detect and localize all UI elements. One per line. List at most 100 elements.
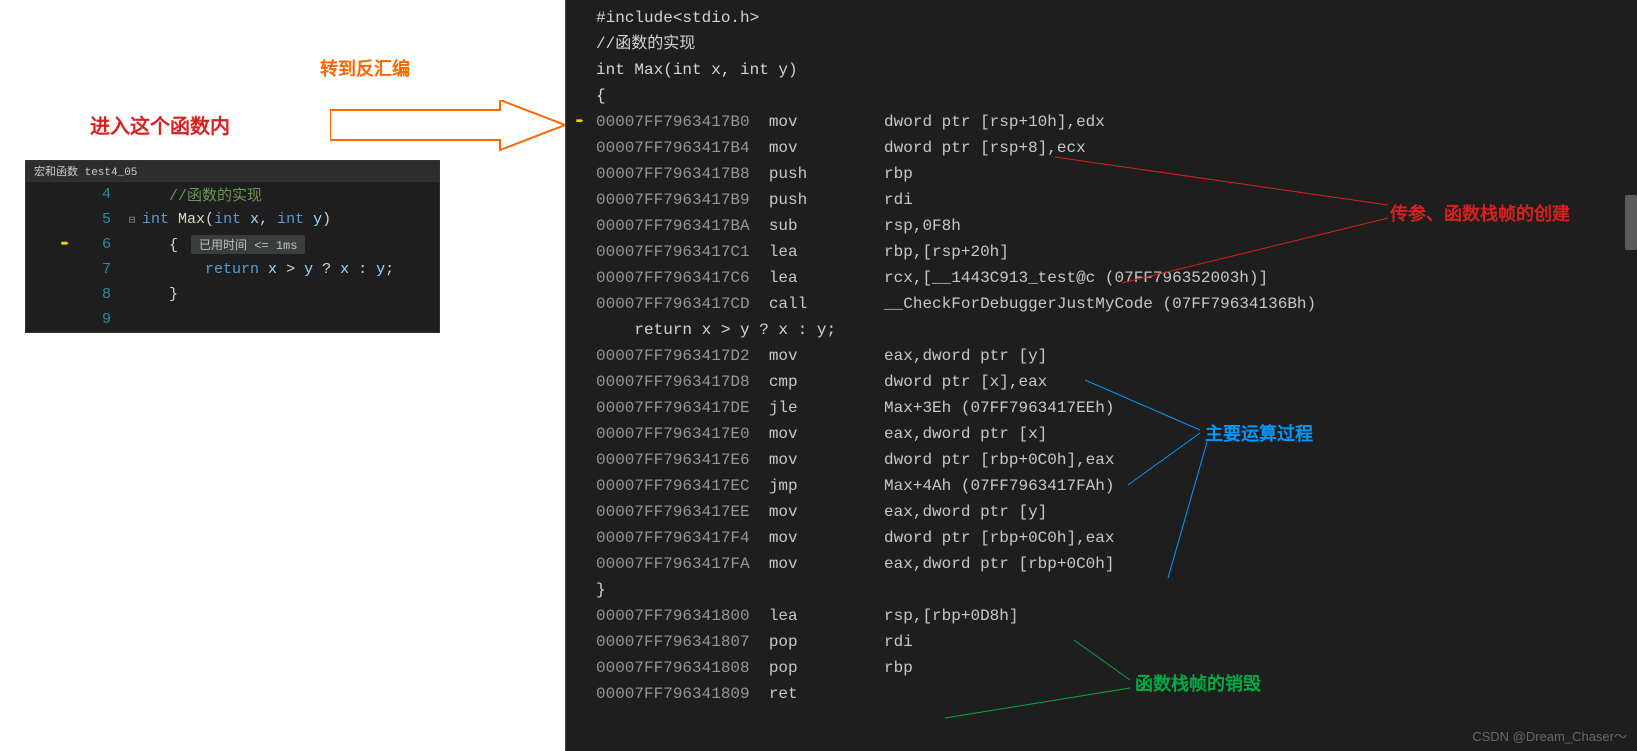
- annotation-enter-function: 进入这个函数内: [90, 110, 230, 139]
- asm-operands: eax,dword ptr [y]: [884, 499, 1047, 525]
- scrollbar-track[interactable]: [1622, 0, 1637, 751]
- asm-mnemonic: jle: [769, 395, 884, 421]
- asm-operands: eax,dword ptr [rbp+0C0h]: [884, 551, 1114, 577]
- asm-instruction-line[interactable]: 00007FF7963417DE jle Max+3Eh (07FF796341…: [576, 395, 1637, 421]
- asm-mnemonic: pop: [769, 655, 884, 681]
- arrow-icon: [330, 100, 570, 160]
- line-number: 7: [76, 261, 126, 278]
- code-text: { 已用时间 <= 1ms: [142, 235, 439, 254]
- asm-address: 00007FF7963417BA: [596, 213, 750, 239]
- asm-mnemonic: ret: [769, 681, 884, 707]
- asm-instruction-line[interactable]: 00007FF7963417E0 mov eax,dword ptr [x]: [576, 421, 1637, 447]
- asm-instruction-line[interactable]: 00007FF7963417CD call __CheckForDebugger…: [576, 291, 1637, 317]
- editor-tab-header[interactable]: 宏和函数 test4_05: [26, 161, 439, 182]
- asm-mnemonic: mov: [769, 525, 884, 551]
- asm-operands: rbp: [884, 161, 913, 187]
- asm-instruction-line[interactable]: ➨00007FF7963417B0 mov dword ptr [rsp+10h…: [576, 109, 1637, 135]
- asm-instruction-line[interactable]: 00007FF7963417D8 cmp dword ptr [x],eax: [576, 369, 1637, 395]
- asm-operands: dword ptr [rbp+0C0h],eax: [884, 447, 1114, 473]
- asm-operands: rdi: [884, 187, 913, 213]
- asm-mnemonic: jmp: [769, 473, 884, 499]
- code-text: }: [142, 286, 439, 303]
- asm-instruction-line[interactable]: 00007FF7963417EC jmp Max+4Ah (07FF796341…: [576, 473, 1637, 499]
- asm-mnemonic: cmp: [769, 369, 884, 395]
- asm-mnemonic: mov: [769, 135, 884, 161]
- asm-instruction-line[interactable]: 00007FF7963417B8 push rbp: [576, 161, 1637, 187]
- annotation-main-calc: 主要运算过程: [1205, 420, 1313, 446]
- asm-address: 00007FF796341800: [596, 603, 750, 629]
- asm-operands: dword ptr [rsp+8],ecx: [884, 135, 1086, 161]
- execution-pointer-icon: ➨: [61, 236, 69, 253]
- asm-instruction-line[interactable]: 00007FF7963417F4 mov dword ptr [rbp+0C0h…: [576, 525, 1637, 551]
- asm-address: 00007FF7963417CD: [596, 291, 750, 317]
- asm-address: 00007FF7963417FA: [596, 551, 750, 577]
- line-number: 5: [76, 211, 126, 228]
- annotation-stack-destroy: 函数栈帧的销毁: [1135, 670, 1261, 696]
- asm-operands: dword ptr [x],eax: [884, 369, 1047, 395]
- asm-operands: dword ptr [rsp+10h],edx: [884, 109, 1105, 135]
- asm-operands: rdi: [884, 629, 913, 655]
- code-line[interactable]: 5⊟ int Max(int x, int y): [26, 207, 439, 232]
- asm-address: 00007FF7963417EE: [596, 499, 750, 525]
- asm-address: 00007FF7963417E6: [596, 447, 750, 473]
- asm-address: 00007FF796341807: [596, 629, 750, 655]
- asm-operands: Max+4Ah (07FF7963417FAh): [884, 473, 1114, 499]
- asm-address: 00007FF7963417B9: [596, 187, 750, 213]
- asm-operands: Max+3Eh (07FF7963417EEh): [884, 395, 1114, 421]
- asm-address: 00007FF7963417B0: [596, 109, 750, 135]
- asm-instruction-line[interactable]: 00007FF796341808 pop rbp: [576, 655, 1637, 681]
- asm-instruction-line[interactable]: 00007FF7963417C6 lea rcx,[__1443C913_tes…: [576, 265, 1637, 291]
- asm-address: 00007FF7963417E0: [596, 421, 750, 447]
- line-number: 9: [76, 311, 126, 328]
- code-line[interactable]: 8 }: [26, 282, 439, 307]
- code-line[interactable]: 9: [26, 307, 439, 332]
- asm-instruction-line[interactable]: 00007FF796341800 lea rsp,[rbp+0D8h]: [576, 603, 1637, 629]
- asm-address: 00007FF7963417C6: [596, 265, 750, 291]
- asm-source-line: return x > y ? x : y;: [576, 317, 1637, 343]
- asm-operands: __CheckForDebuggerJustMyCode (07FF796341…: [884, 291, 1316, 317]
- asm-instruction-line[interactable]: 00007FF7963417FA mov eax,dword ptr [rbp+…: [576, 551, 1637, 577]
- asm-mnemonic: mov: [769, 447, 884, 473]
- asm-instruction-line[interactable]: 00007FF7963417E6 mov dword ptr [rbp+0C0h…: [576, 447, 1637, 473]
- asm-mnemonic: lea: [769, 265, 884, 291]
- fold-toggle-icon[interactable]: ⊟: [126, 213, 138, 227]
- code-text: int Max(int x, int y): [142, 211, 439, 228]
- asm-address: 00007FF7963417B8: [596, 161, 750, 187]
- asm-mnemonic: push: [769, 161, 884, 187]
- asm-mnemonic: mov: [769, 109, 884, 135]
- annotation-param-stack: 传参、函数栈帧的创建: [1390, 200, 1570, 226]
- code-text: //函数的实现: [142, 184, 439, 205]
- code-line[interactable]: 4 //函数的实现: [26, 182, 439, 207]
- asm-instruction-line[interactable]: 00007FF7963417EE mov eax,dword ptr [y]: [576, 499, 1637, 525]
- asm-operands: rbp: [884, 655, 913, 681]
- line-number: 8: [76, 286, 126, 303]
- asm-address: 00007FF7963417DE: [596, 395, 750, 421]
- asm-mnemonic: mov: [769, 421, 884, 447]
- asm-source-line: //函数的实现: [576, 31, 1637, 57]
- asm-operands: rcx,[__1443C913_test@c (07FF796352003h)]: [884, 265, 1268, 291]
- asm-mnemonic: push: [769, 187, 884, 213]
- asm-operands: eax,dword ptr [y]: [884, 343, 1047, 369]
- code-line[interactable]: 7 return x > y ? x : y;: [26, 257, 439, 282]
- asm-address: 00007FF7963417D2: [596, 343, 750, 369]
- asm-source-line: int Max(int x, int y): [576, 57, 1637, 83]
- scrollbar-thumb[interactable]: [1625, 195, 1637, 250]
- asm-mnemonic: lea: [769, 603, 884, 629]
- asm-mnemonic: sub: [769, 213, 884, 239]
- asm-operands: rsp,[rbp+0D8h]: [884, 603, 1018, 629]
- asm-mnemonic: mov: [769, 343, 884, 369]
- code-line[interactable]: ➨6 { 已用时间 <= 1ms: [26, 232, 439, 257]
- asm-instruction-line[interactable]: 00007FF796341809 ret: [576, 681, 1637, 707]
- asm-instruction-line[interactable]: 00007FF7963417C1 lea rbp,[rsp+20h]: [576, 239, 1637, 265]
- asm-address: 00007FF7963417B4: [596, 135, 750, 161]
- asm-instruction-line[interactable]: 00007FF7963417B4 mov dword ptr [rsp+8],e…: [576, 135, 1637, 161]
- asm-operands: eax,dword ptr [x]: [884, 421, 1047, 447]
- asm-instruction-line[interactable]: 00007FF796341807 pop rdi: [576, 629, 1637, 655]
- asm-mnemonic: mov: [769, 551, 884, 577]
- timing-badge: 已用时间 <= 1ms: [191, 235, 305, 254]
- watermark: CSDN @Dream_Chaser～: [1472, 726, 1627, 745]
- asm-instruction-line[interactable]: 00007FF7963417D2 mov eax,dword ptr [y]: [576, 343, 1637, 369]
- asm-mnemonic: lea: [769, 239, 884, 265]
- asm-operands: dword ptr [rbp+0C0h],eax: [884, 525, 1114, 551]
- asm-address: 00007FF796341808: [596, 655, 750, 681]
